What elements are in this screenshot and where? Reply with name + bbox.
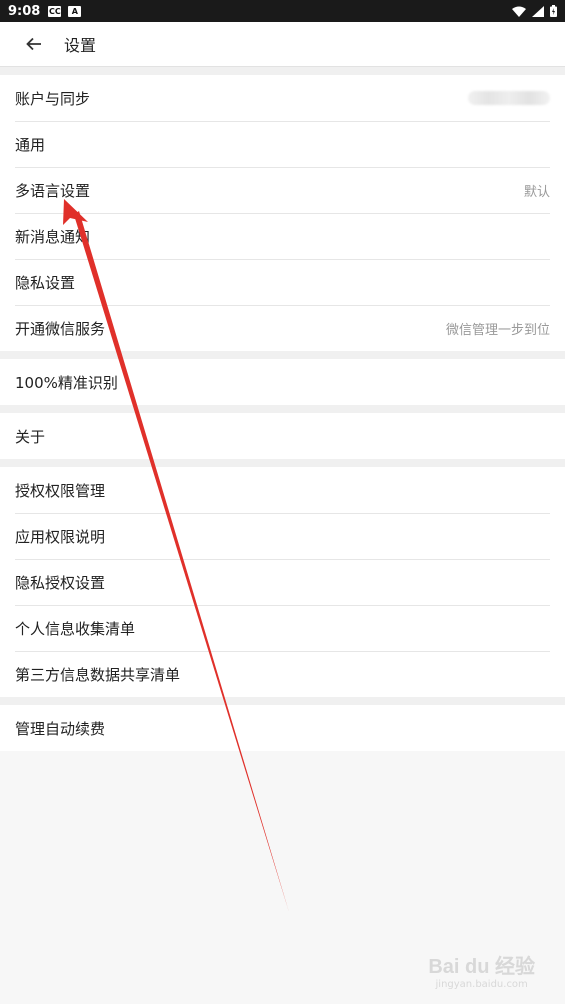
section-divider [0,697,565,705]
settings-group-main: 账户与同步 通用 多语言设置 默认 新消息通知 隐私设置 开通微信服务 微信管理… [0,75,565,351]
section-divider [0,67,565,75]
settings-group-permissions: 授权权限管理 应用权限说明 隐私授权设置 个人信息收集清单 第三方信息数据共享清… [0,467,565,697]
settings-item-accurate-recognition[interactable]: 100%精准识别 [0,359,565,405]
settings-item-permission-management[interactable]: 授权权限管理 [0,467,565,513]
a-badge-icon: A [68,5,82,17]
battery-icon [550,5,557,17]
language-value: 默认 [523,184,550,200]
settings-item-third-party-sharing-list[interactable]: 第三方信息数据共享清单 [0,651,565,697]
arrow-left-icon [26,37,41,51]
app-bar: 设置 [0,22,565,67]
section-divider [0,405,565,413]
status-bar: 9:08 CC A [0,0,565,22]
status-time: 9:08 [8,3,41,19]
settings-item-personal-info-list[interactable]: 个人信息收集清单 [0,605,565,651]
item-label: 隐私授权设置 [15,573,106,592]
cc-badge-icon: CC [48,5,62,17]
settings-item-notifications[interactable]: 新消息通知 [0,213,565,259]
item-label: 100%精准识别 [15,373,118,392]
item-label: 应用权限说明 [15,527,106,546]
item-label: 第三方信息数据共享清单 [15,665,181,684]
item-label: 账户与同步 [15,89,91,108]
wifi-icon [512,6,526,17]
settings-group-recognition: 100%精准识别 [0,359,565,405]
item-label: 多语言设置 [15,181,91,200]
settings-group-about: 关于 [0,413,565,459]
status-icons [512,5,557,17]
settings-item-about[interactable]: 关于 [0,413,565,459]
settings-item-auto-renewal[interactable]: 管理自动续费 [0,705,565,751]
item-label: 授权权限管理 [15,481,106,500]
item-label: 开通微信服务 [15,319,106,338]
watermark-url: jingyan.baidu.com [435,979,528,990]
settings-item-permission-explanation[interactable]: 应用权限说明 [0,513,565,559]
account-value-blurred [468,91,550,105]
section-divider [0,459,565,467]
settings-group-renewal: 管理自动续费 [0,705,565,751]
item-label: 新消息通知 [15,227,91,246]
page-title: 设置 [64,36,97,55]
wechat-service-value: 微信管理一步到位 [445,322,550,338]
watermark: Bai du 经验 jingyan.baidu.com [428,950,535,990]
item-label: 管理自动续费 [15,719,106,738]
settings-item-privacy-authorization[interactable]: 隐私授权设置 [0,559,565,605]
watermark-brand: Bai du 经验 [428,956,535,978]
item-label: 隐私设置 [15,273,76,292]
settings-item-language[interactable]: 多语言设置 默认 [0,167,565,213]
settings-item-account-sync[interactable]: 账户与同步 [0,75,565,121]
settings-item-general[interactable]: 通用 [0,121,565,167]
settings-item-privacy[interactable]: 隐私设置 [0,259,565,305]
item-label: 通用 [15,135,46,154]
back-button[interactable] [23,33,45,55]
item-label: 个人信息收集清单 [15,619,136,638]
section-divider [0,351,565,359]
settings-item-wechat-service[interactable]: 开通微信服务 微信管理一步到位 [0,305,565,351]
signal-icon [532,5,544,17]
item-label: 关于 [15,427,46,446]
